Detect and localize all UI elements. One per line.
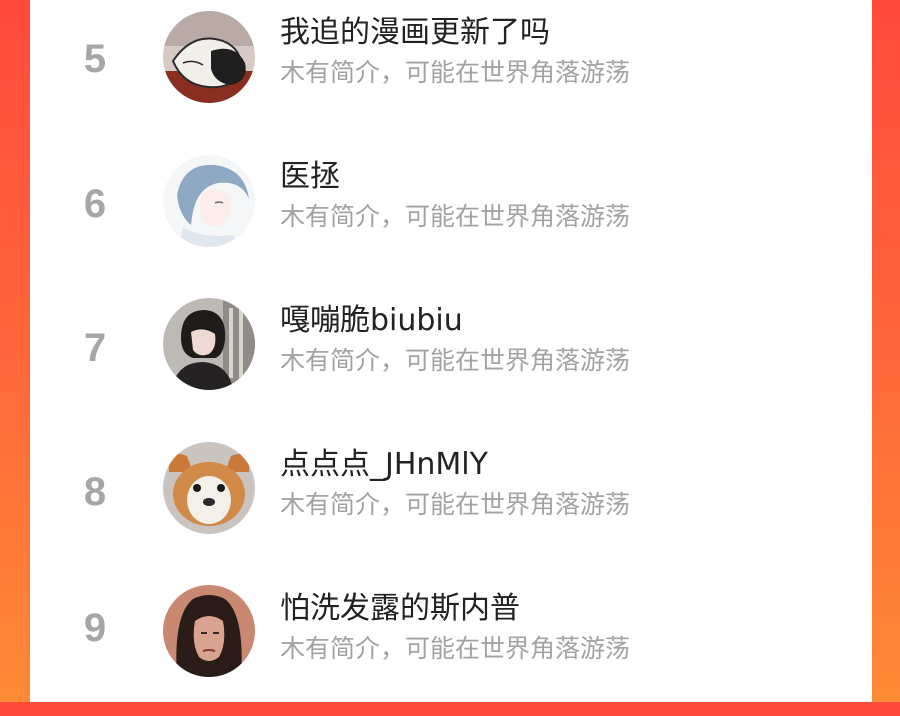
list-item[interactable]: 8 点点点_JHnMlY 木有简介，可能在世界角落游荡: [30, 432, 872, 572]
user-name[interactable]: 我追的漫画更新了吗: [280, 16, 550, 50]
anime-sleeping-avatar-icon[interactable]: [163, 11, 255, 103]
list-item[interactable]: 7 嘎嘣脆biubiu 木有简介，可能在世界角落游荡: [30, 288, 872, 428]
user-name[interactable]: 医拯: [280, 160, 340, 194]
user-name[interactable]: 点点点_JHnMlY: [280, 448, 488, 482]
man-portrait-avatar-icon[interactable]: [163, 585, 255, 677]
ranking-list-panel: 5 我追的漫画更新了吗 木有简介，可能在世界角落游荡 6 医拯 木有简介，可能在…: [30, 0, 872, 702]
list-item[interactable]: 5 我追的漫画更新了吗 木有简介，可能在世界角落游荡: [30, 0, 872, 140]
user-name[interactable]: 嘎嘣脆biubiu: [280, 304, 463, 338]
list-item[interactable]: 6 医拯 木有简介，可能在世界角落游荡: [30, 144, 872, 284]
rank-number: 8: [83, 470, 107, 514]
rank-number: 5: [83, 37, 107, 81]
user-bio: 木有简介，可能在世界角落游荡: [280, 202, 631, 231]
anime-girl-avatar-icon[interactable]: [163, 155, 255, 247]
user-bio: 木有简介，可能在世界角落游荡: [280, 634, 631, 663]
user-name[interactable]: 怕洗发露的斯内普: [280, 592, 520, 626]
list-item[interactable]: 9 怕洗发露的斯内普 木有简介，可能在世界角落游荡: [30, 576, 872, 716]
rank-number: 9: [83, 606, 107, 650]
rank-number: 6: [83, 182, 107, 226]
dog-photo-avatar-icon[interactable]: [163, 442, 255, 534]
rank-number: 7: [83, 326, 107, 370]
woman-photo-avatar-icon[interactable]: [163, 298, 255, 390]
user-bio: 木有简介，可能在世界角落游荡: [280, 490, 631, 519]
user-bio: 木有简介，可能在世界角落游荡: [280, 346, 631, 375]
user-bio: 木有简介，可能在世界角落游荡: [280, 58, 631, 87]
